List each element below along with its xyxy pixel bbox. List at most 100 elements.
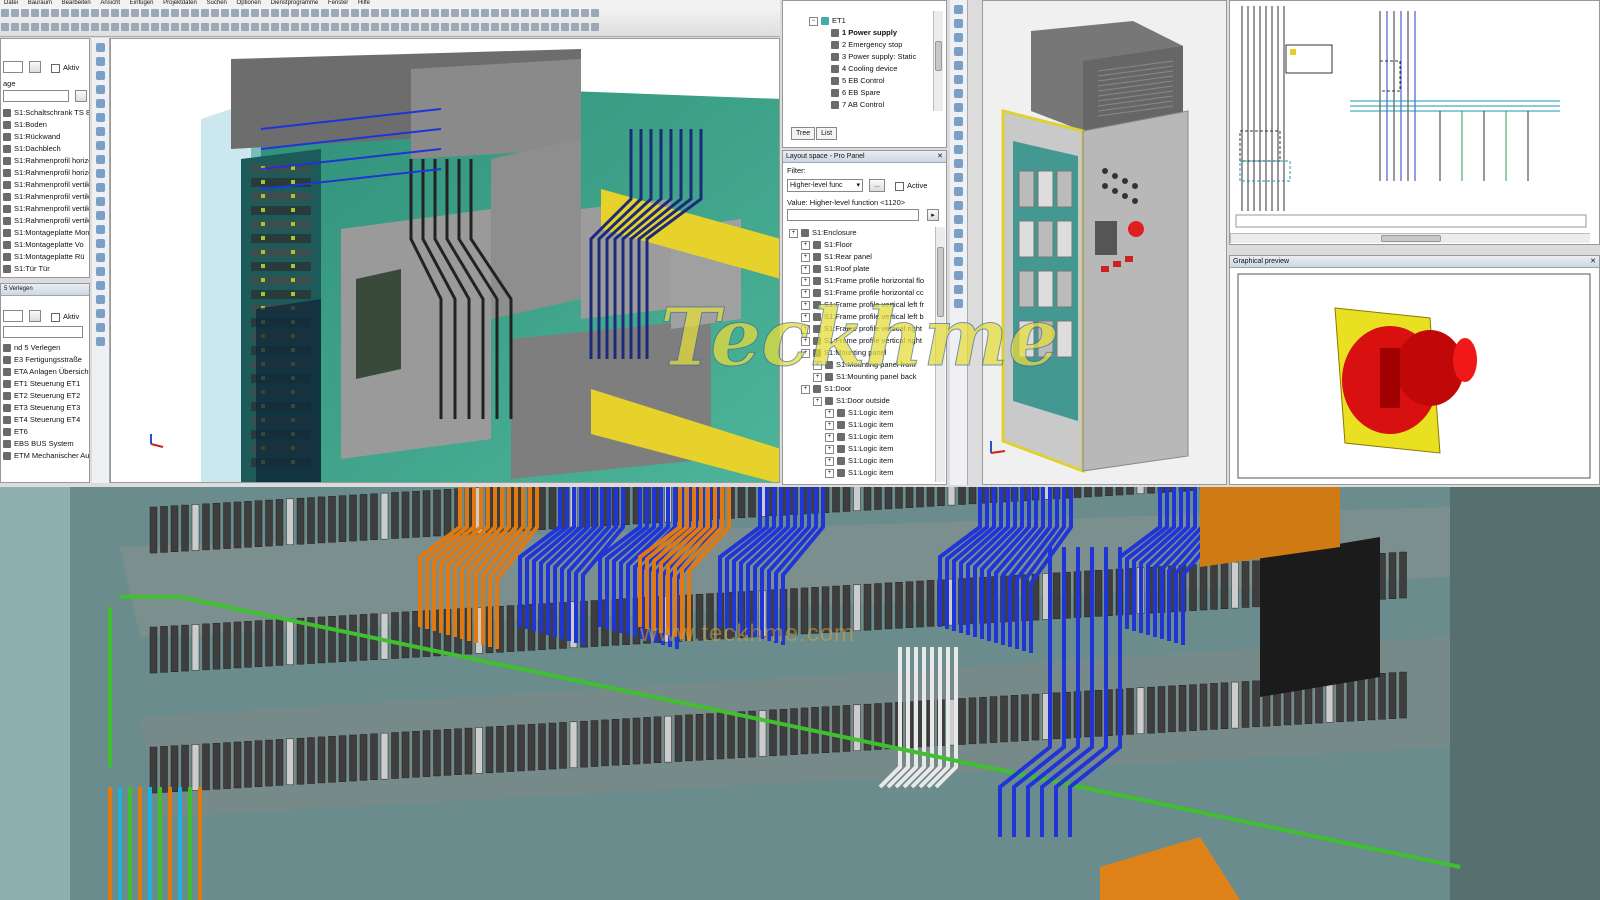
layout-space-tree-item[interactable]: + S1:Frame profile horizontal flo xyxy=(789,275,929,287)
toolbar-button[interactable] xyxy=(351,9,359,17)
navigator-tree-item[interactable]: S1:Rahmenprofil vertika xyxy=(3,203,89,215)
filter-more-button[interactable]: ... xyxy=(869,179,885,192)
tool-icon[interactable] xyxy=(954,173,963,182)
toolbar-button[interactable] xyxy=(61,23,69,31)
layout-space-tree-item[interactable]: + S1:Logic item xyxy=(789,467,929,479)
toolbar-button[interactable] xyxy=(381,23,389,31)
layout-tree-item[interactable]: ET6 xyxy=(3,426,87,438)
tool-icon[interactable] xyxy=(954,243,963,252)
toolbar-button[interactable] xyxy=(241,23,249,31)
tool-icon[interactable] xyxy=(96,183,105,192)
navigator-tree-item[interactable]: S1:Rückwand xyxy=(3,131,87,143)
collapse-icon[interactable]: − xyxy=(809,16,818,26)
layout-space-tree-item[interactable]: + S1:Enclosure xyxy=(789,227,929,239)
toolbar-button[interactable] xyxy=(411,9,419,17)
viewport-3d-main[interactable] xyxy=(110,38,780,483)
project-tree-item[interactable]: 1 Power supply xyxy=(831,27,945,39)
tool-icon[interactable] xyxy=(96,43,105,52)
cabinet-3d-view[interactable] xyxy=(982,0,1227,485)
toolbar-button[interactable] xyxy=(571,9,579,17)
expand-icon[interactable]: + xyxy=(789,228,798,238)
toolbar-button[interactable] xyxy=(291,9,299,17)
toolbar-button[interactable] xyxy=(221,9,229,17)
toolbar-button[interactable] xyxy=(441,9,449,17)
navigator-tree-item[interactable]: S1:Schaltschrank TS 8886.5 xyxy=(3,107,89,119)
tool-icon[interactable] xyxy=(954,89,963,98)
menu-item-bearbeiten[interactable]: Bearbeiten xyxy=(62,0,91,6)
toolbar-button[interactable] xyxy=(311,9,319,17)
project-tree-item[interactable]: 4 Cooling device xyxy=(831,63,945,75)
toolbar-button[interactable] xyxy=(301,23,309,31)
toolbar-button[interactable] xyxy=(81,23,89,31)
navigator-tree-item[interactable]: S1:Rahmenprofil vertika xyxy=(3,215,89,227)
close-icon[interactable]: ✕ xyxy=(937,151,943,162)
layout-tree-item[interactable]: ETA Anlagen Übersicht xyxy=(3,366,89,378)
toolbar-button[interactable] xyxy=(521,23,529,31)
navigator-tree-item[interactable]: S1:Montageplatte Vo xyxy=(3,239,87,251)
toolbar-button[interactable] xyxy=(361,23,369,31)
navigator-tree-item[interactable]: S1:Tür Tür xyxy=(3,263,87,275)
expand-icon[interactable]: + xyxy=(825,444,834,454)
toolbar-button[interactable] xyxy=(331,9,339,17)
toolbar-button[interactable] xyxy=(371,9,379,17)
expand-icon[interactable]: + xyxy=(801,240,810,250)
toolbar-button[interactable] xyxy=(111,23,119,31)
toolbar-button[interactable] xyxy=(411,23,419,31)
menu-item-datei[interactable]: Datei xyxy=(4,0,18,6)
toolbar-button[interactable] xyxy=(231,23,239,31)
toolbar-button[interactable] xyxy=(591,9,599,17)
bottom-filter-button[interactable] xyxy=(29,310,41,322)
layout-tree-item[interactable]: EBS BUS System xyxy=(3,438,87,450)
layout-tree-item[interactable]: nd 5 Verlegen xyxy=(3,342,87,354)
navigator-tree-item[interactable]: S1:Montageplatte Rü xyxy=(3,251,87,263)
schematic-hscrollbar[interactable] xyxy=(1230,233,1590,243)
toolbar-button[interactable] xyxy=(81,9,89,17)
tool-icon[interactable] xyxy=(96,141,105,150)
toolbar-button[interactable] xyxy=(281,23,289,31)
expand-icon[interactable]: + xyxy=(801,384,810,394)
toolbar-button[interactable] xyxy=(131,9,139,17)
toolbar-button[interactable] xyxy=(331,23,339,31)
tool-icon[interactable] xyxy=(954,271,963,280)
filter-select[interactable]: Higher-level func ▾ xyxy=(787,179,863,192)
toolbar-button[interactable] xyxy=(541,23,549,31)
tool-icon[interactable] xyxy=(96,169,105,178)
tool-icon[interactable] xyxy=(96,239,105,248)
menu-item-dienstprogramme[interactable]: Dienstprogramme xyxy=(271,0,319,6)
toolbar-button[interactable] xyxy=(391,9,399,17)
toolbar-button[interactable] xyxy=(171,9,179,17)
toolbar-button[interactable] xyxy=(191,23,199,31)
toolbar-button[interactable] xyxy=(1,23,9,31)
tool-icon[interactable] xyxy=(954,131,963,140)
navigator-filter-button[interactable] xyxy=(29,61,41,73)
toolbar-button[interactable] xyxy=(401,9,409,17)
layout-space-tree-item[interactable]: + S1:Logic item xyxy=(789,443,929,455)
menu-item-hilfe[interactable]: Hilfe xyxy=(358,0,370,6)
tool-icon[interactable] xyxy=(96,281,105,290)
tool-icon[interactable] xyxy=(96,323,105,332)
menu-item-optionen[interactable]: Optionen xyxy=(237,0,261,6)
tool-icon[interactable] xyxy=(96,337,105,346)
toolbar-button[interactable] xyxy=(181,9,189,17)
toolbar-button[interactable] xyxy=(321,9,329,17)
bottom-filter-select[interactable] xyxy=(3,310,23,322)
toolbar-button[interactable] xyxy=(341,9,349,17)
toolbar-button[interactable] xyxy=(271,9,279,17)
toolbar-button[interactable] xyxy=(11,23,19,31)
toolbar-button[interactable] xyxy=(201,23,209,31)
toolbar-button[interactable] xyxy=(251,9,259,17)
toolbar-button[interactable] xyxy=(561,23,569,31)
toolbar-button[interactable] xyxy=(541,9,549,17)
toolbar-button[interactable] xyxy=(471,23,479,31)
tool-icon[interactable] xyxy=(954,19,963,28)
tool-icon[interactable] xyxy=(96,225,105,234)
tool-icon[interactable] xyxy=(954,257,963,266)
tool-icon[interactable] xyxy=(954,61,963,70)
toolbar-button[interactable] xyxy=(271,23,279,31)
toolbar-button[interactable] xyxy=(501,9,509,17)
toolbar-button[interactable] xyxy=(491,9,499,17)
tool-icon[interactable] xyxy=(96,85,105,94)
expand-icon[interactable]: + xyxy=(825,420,834,430)
toolbar-button[interactable] xyxy=(221,23,229,31)
toolbar-button[interactable] xyxy=(561,9,569,17)
